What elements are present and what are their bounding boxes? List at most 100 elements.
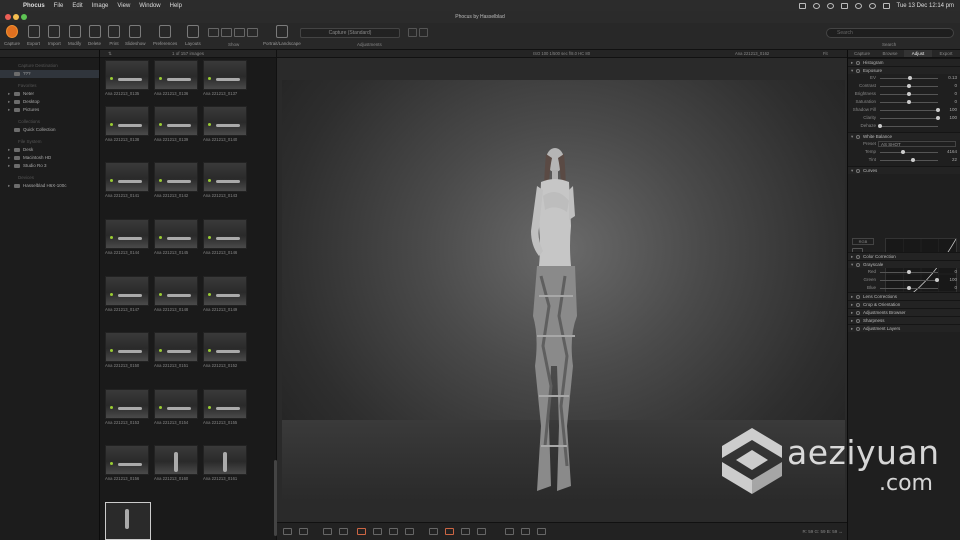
slider-value[interactable]: 0.13 [948,74,957,82]
menu-file[interactable]: File [54,3,64,9]
slider-value[interactable]: 4164 [947,148,957,156]
control-center-icon[interactable] [882,2,890,9]
thumbnail[interactable]: Ana 221213_0143 [203,162,247,198]
white-balance-section[interactable]: ▾ White Balance [848,132,960,140]
thumbnail[interactable]: Ana 221213_0154 [154,389,198,425]
crop-icon[interactable] [323,528,332,535]
slider-handle[interactable] [878,124,882,128]
slider-value[interactable]: 0 [954,268,957,276]
slider-value[interactable]: 100 [949,114,957,122]
thumbnail[interactable]: Ana 221213_0155 [203,389,247,425]
slider-track[interactable] [880,126,938,127]
capture-button[interactable]: Capture [4,25,20,46]
search-icon[interactable] [868,2,876,9]
thumbnail[interactable]: Ana 221213_0148 [154,276,198,312]
curve-channel-select[interactable]: RGB [852,238,874,245]
search-input[interactable]: Search [826,28,954,38]
wb-preset-select[interactable]: AS SHOT [878,141,956,147]
slider-track[interactable] [880,118,938,119]
menu-image[interactable]: Image [92,3,109,9]
thumbnail[interactable]: Ana 221213_0144 [105,219,149,255]
modify-button[interactable]: Modify [68,25,81,46]
menu-help[interactable]: Help [170,3,182,9]
thumbnail[interactable]: Ana 221213_0137 [203,60,247,96]
browser-sort-icon[interactable]: ⇅ [108,50,112,58]
sidebar-item-macintosh-hd[interactable]: ▸ Macintosh HD [0,154,99,162]
zoom-window-icon[interactable] [21,14,27,20]
minimize-window-icon[interactable] [13,14,19,20]
thumbnail[interactable]: Ana 221213_0153 [105,389,149,425]
globe-icon[interactable] [826,2,834,9]
camera-icon[interactable] [798,2,806,9]
tag-icon[interactable] [537,528,546,535]
export-button[interactable]: Export [27,25,40,46]
slider-value[interactable]: 22 [952,156,957,164]
sidebar-item-neter[interactable]: ▸ Neter [0,90,99,98]
compare-icon[interactable] [299,528,308,535]
menubar-clock[interactable]: Tue 13 Dec 12:14 pm [897,3,954,9]
sidebar-item-studio[interactable]: ▸ Studio Ro 3 [0,162,99,170]
paste-adjustments-icon[interactable] [419,28,428,37]
hand-icon[interactable] [389,528,398,535]
slider-track[interactable] [880,280,938,281]
sidebar-item-desk[interactable]: ▸ Desk [0,146,99,154]
sidebar-item-pictures[interactable]: ▸ Pictures [0,106,99,114]
collapsed-section[interactable]: ▸ Sharpness [848,316,960,324]
previous-image-icon[interactable] [505,528,514,535]
exposure-warning-icon[interactable] [445,528,454,535]
collapsed-section[interactable]: ▸ Adjustments Browser [848,308,960,316]
thumbnail[interactable]: Ana 221213_0141 [105,162,149,198]
thumbnail[interactable]: Ana 221213_0147 [105,276,149,312]
thumbnail[interactable]: Ana 221213_0152 [203,332,247,368]
sidebar-item-destination[interactable]: ??? [0,70,99,78]
histogram-section[interactable]: ▸ Histogram [848,58,960,66]
import-button[interactable]: Import [48,25,61,46]
menu-edit[interactable]: Edit [72,3,82,9]
thumbnail[interactable]: Ana 221213_0156 [105,445,149,481]
layouts-button[interactable]: Layouts [185,25,201,46]
sidebar-item-camera[interactable]: ▸ Hasselblad H6X-100c [0,182,99,190]
show-mode-4-icon[interactable] [247,28,258,37]
delete-button[interactable]: Delete [88,25,101,46]
sidebar-item-quick-collection[interactable]: Quick Collection [0,126,99,134]
slider-handle[interactable] [934,278,939,282]
zoom-tool-icon[interactable] [405,528,414,535]
slider-handle[interactable] [901,150,906,154]
brush-icon[interactable] [357,528,366,535]
thumbnail[interactable]: Ana 221213_0149 [203,276,247,312]
slider-handle[interactable] [936,116,940,120]
preferences-button[interactable]: Preferences [153,25,177,46]
battery-icon[interactable] [840,2,848,9]
slider-handle[interactable] [936,108,940,112]
curves-section[interactable]: ▾ Curves [848,166,960,174]
color-correction-section[interactable]: ▸ Color Correction [848,252,960,260]
slider-handle[interactable] [907,92,911,96]
slider-value[interactable]: 0 [954,82,957,90]
slider-track[interactable] [880,160,938,161]
tab-capture[interactable]: Capture [848,50,876,57]
thumbnail[interactable]: Ana 221213_0138 [105,106,149,142]
thumbnail[interactable]: Ana 221213_0161 [203,445,247,481]
thumbnail[interactable]: Ana 221213_0162 [105,502,151,540]
record-icon[interactable] [812,2,820,9]
sidebar-item-desktop[interactable]: ▸ Desktop [0,98,99,106]
slideshow-button[interactable]: Slideshow [125,25,146,46]
slider-track[interactable] [880,152,938,153]
collapsed-section[interactable]: ▸ Lens Corrections [848,292,960,300]
tab-export[interactable]: Export [932,50,960,57]
collapsed-section[interactable]: ▸ Adjustment Layers [848,324,960,332]
slider-handle[interactable] [907,100,911,104]
slider-handle[interactable] [907,84,911,88]
grayscale-section[interactable]: ▾ Grayscale [848,260,960,268]
slider-value[interactable]: 100 [949,106,957,114]
thumbnail[interactable]: Ana 221213_0151 [154,332,198,368]
slider-track[interactable] [880,110,938,111]
slider-value[interactable]: 0 [954,98,957,106]
thumbnail[interactable]: Ana 221213_0139 [154,106,198,142]
rating-icon[interactable] [521,528,530,535]
slider-handle[interactable] [907,286,911,290]
gradient-icon[interactable] [373,528,382,535]
exposure-section[interactable]: ▾ Exposure [848,66,960,74]
collapsed-section[interactable]: ▸ Crop & Orientation [848,300,960,308]
straighten-icon[interactable] [339,528,348,535]
